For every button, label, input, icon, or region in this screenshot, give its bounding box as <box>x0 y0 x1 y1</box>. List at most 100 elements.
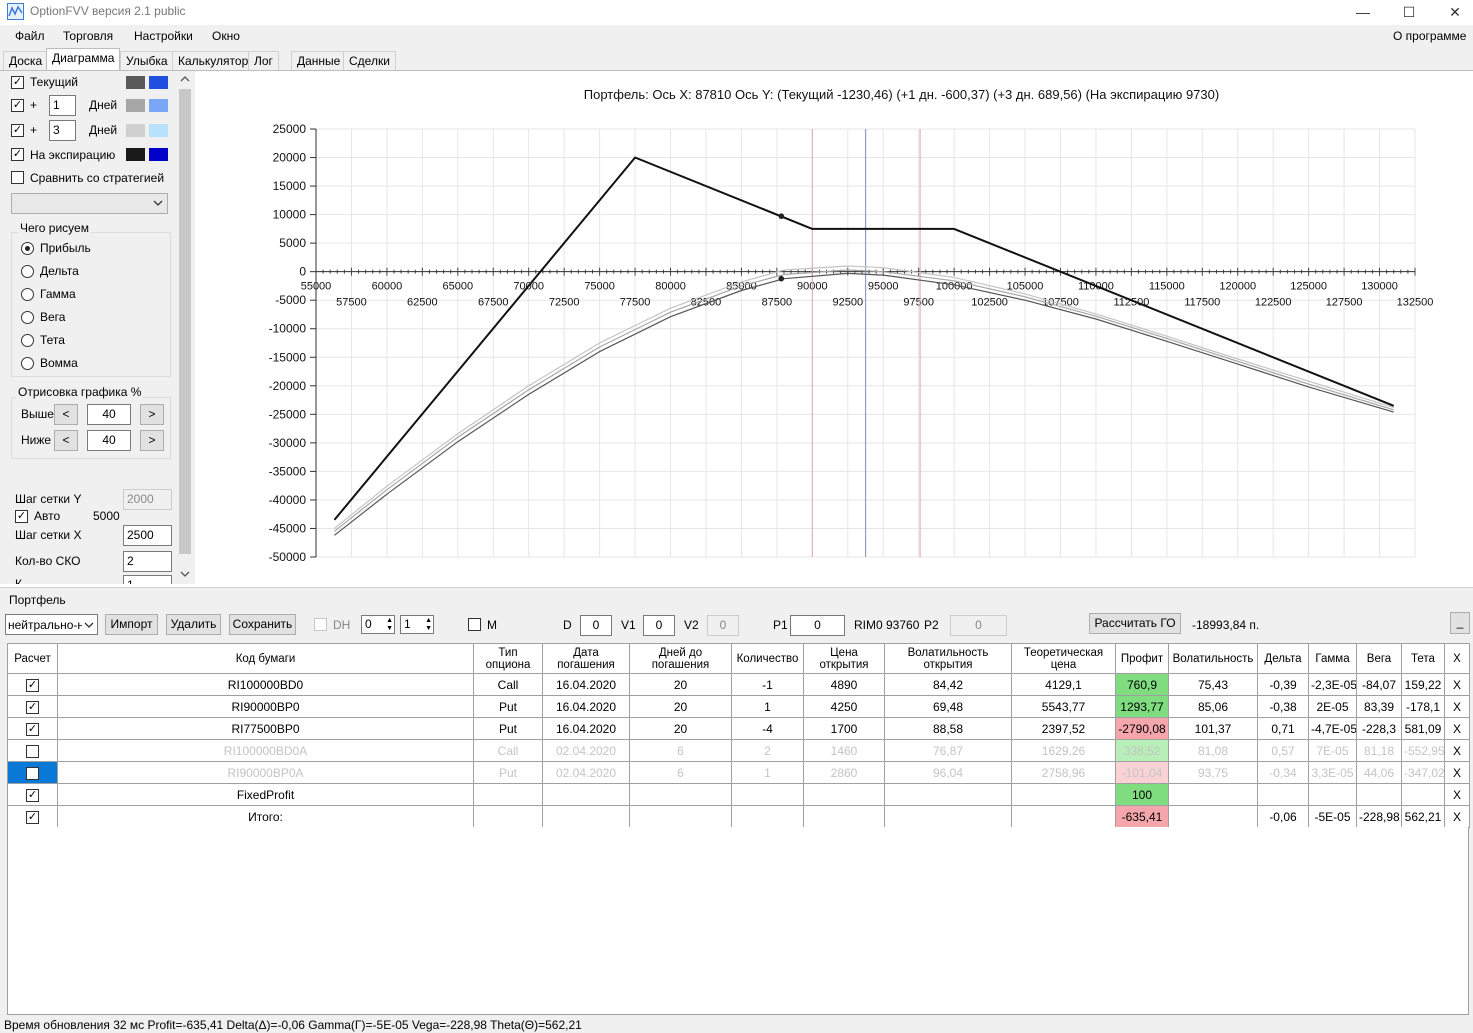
sko-input[interactable]: 2 <box>123 551 172 572</box>
v2-input[interactable]: 0 <box>707 615 739 636</box>
plus1-alt-color-swatch[interactable] <box>149 99 168 112</box>
settings-scrollbar[interactable] <box>177 71 193 584</box>
minimize-panel-button[interactable]: _ <box>1450 612 1470 634</box>
menu-settings[interactable]: Настройки <box>134 29 193 43</box>
table-row[interactable]: ✓ FixedProfit 100 X <box>7 783 1470 806</box>
column-header[interactable]: Расчет <box>7 643 58 674</box>
row-delete-button[interactable]: X <box>1444 761 1470 784</box>
close-button[interactable]: ✕ <box>1432 0 1473 25</box>
scroll-up-icon[interactable] <box>180 73 190 87</box>
below-increase-button[interactable]: > <box>140 430 164 451</box>
column-header[interactable]: Количество <box>731 643 804 674</box>
plus1-days-input[interactable]: 1 <box>49 95 76 116</box>
calc-go-button[interactable]: Рассчитать ГО <box>1089 613 1181 634</box>
row-calc-checkbox[interactable]: ✓ <box>26 810 39 824</box>
tab-diagram[interactable]: Диаграмма <box>46 48 121 70</box>
radio-profit[interactable] <box>21 242 34 255</box>
grid-y-input[interactable]: 2000 <box>123 489 172 510</box>
column-header[interactable]: Вега <box>1356 643 1402 674</box>
payoff-chart[interactable]: Портфель: Ось X: 87810 Ось Y: (Текущий -… <box>200 72 1473 584</box>
dh-stepper-b[interactable]: 1 ▲ ▼ <box>400 615 434 634</box>
column-header[interactable]: Тип опциона <box>473 643 543 674</box>
menu-window[interactable]: Окно <box>212 29 240 43</box>
column-header[interactable]: Теоретическая цена <box>1011 643 1116 674</box>
strategy-compare-dropdown[interactable] <box>11 193 168 214</box>
expiry-checkbox[interactable]: ✓ <box>11 148 24 161</box>
cut-input[interactable]: 1 <box>123 575 172 584</box>
tab-calculator[interactable]: Калькулятор <box>172 51 255 70</box>
m-checkbox[interactable] <box>468 618 481 631</box>
strategy-dropdown[interactable]: нейтрально-на <box>5 614 98 635</box>
plus1-color-swatch[interactable] <box>126 99 145 112</box>
tab-smile[interactable]: Улыбка <box>120 51 174 70</box>
stepper-arrows-icon[interactable]: ▲ ▼ <box>386 617 393 633</box>
dh-stepper-a[interactable]: 0 ▲ ▼ <box>361 615 395 634</box>
plus1-checkbox[interactable]: ✓ <box>11 99 24 112</box>
row-calc-checkbox[interactable] <box>26 744 39 758</box>
current-alt-color-swatch[interactable] <box>149 76 168 89</box>
scroll-down-icon[interactable] <box>180 568 190 582</box>
row-delete-button[interactable]: X <box>1444 673 1470 696</box>
plus3-checkbox[interactable]: ✓ <box>11 124 24 137</box>
calc-cell[interactable]: ✓ <box>7 805 58 828</box>
expiry-color-swatch[interactable] <box>126 148 145 161</box>
column-header[interactable]: Дельта <box>1257 643 1309 674</box>
calc-cell[interactable] <box>7 739 58 762</box>
column-header[interactable]: Гамма <box>1308 643 1357 674</box>
column-header[interactable]: Волатильность открытия <box>884 643 1012 674</box>
row-calc-checkbox[interactable]: ✓ <box>26 700 39 714</box>
import-button[interactable]: Импорт <box>105 614 158 635</box>
column-header[interactable]: Тета <box>1401 643 1445 674</box>
d-input[interactable]: 0 <box>580 615 612 636</box>
p2-input[interactable]: 0 <box>950 615 1007 636</box>
tab-data[interactable]: Данные <box>291 51 347 70</box>
calc-cell[interactable]: ✓ <box>7 717 58 740</box>
column-header[interactable]: Профит <box>1115 643 1169 674</box>
row-calc-checkbox[interactable] <box>26 766 39 780</box>
auto-checkbox[interactable]: ✓ <box>15 510 28 523</box>
current-checkbox[interactable]: ✓ <box>11 76 24 89</box>
stepper-arrows-icon[interactable]: ▲ ▼ <box>425 617 432 633</box>
table-row[interactable]: ✓ RI90000BP0 Put 16.04.2020 20 1 4250 69,48 5543… <box>7 695 1470 718</box>
row-delete-button[interactable]: X <box>1444 739 1470 762</box>
expiry-alt-color-swatch[interactable] <box>149 148 168 161</box>
below-input[interactable]: 40 <box>87 430 131 451</box>
radio-vomma[interactable] <box>21 357 34 370</box>
plus3-days-input[interactable]: 3 <box>49 120 76 141</box>
column-header[interactable]: X <box>1444 643 1470 674</box>
menu-about[interactable]: О программе <box>1393 29 1466 43</box>
grid-x-input[interactable]: 2500 <box>123 525 172 546</box>
column-header[interactable]: Код бумаги <box>57 643 474 674</box>
current-color-swatch[interactable] <box>126 76 145 89</box>
column-header[interactable]: Дней до погашения <box>629 643 732 674</box>
menu-file[interactable]: Файл <box>15 29 45 43</box>
calc-cell[interactable]: ✓ <box>7 673 58 696</box>
calc-cell[interactable]: ✓ <box>7 695 58 718</box>
v1-input[interactable]: 0 <box>643 615 675 636</box>
row-delete-button[interactable]: X <box>1444 805 1470 828</box>
radio-delta[interactable] <box>21 265 34 278</box>
above-decrease-button[interactable]: < <box>54 404 78 425</box>
radio-gamma[interactable] <box>21 288 34 301</box>
calc-cell[interactable]: ✓ <box>7 783 58 806</box>
column-header[interactable]: Цена открытия <box>803 643 885 674</box>
row-calc-checkbox[interactable]: ✓ <box>26 722 39 736</box>
tab-log[interactable]: Лог <box>248 51 279 70</box>
plus3-color-swatch[interactable] <box>126 124 145 137</box>
row-calc-checkbox[interactable]: ✓ <box>26 678 39 692</box>
above-input[interactable]: 40 <box>87 404 131 425</box>
save-button[interactable]: Сохранить <box>229 614 296 635</box>
row-delete-button[interactable]: X <box>1444 695 1470 718</box>
calc-cell[interactable] <box>7 761 58 784</box>
tab-board[interactable]: Доска <box>3 51 49 70</box>
table-row[interactable]: RI100000BD0A Call 02.04.2020 6 2 1460 76,87 162… <box>7 739 1470 762</box>
row-delete-button[interactable]: X <box>1444 717 1470 740</box>
tab-deals[interactable]: Сделки <box>343 51 396 70</box>
column-header[interactable]: Дата погашения <box>542 643 630 674</box>
table-row[interactable]: ✓ RI100000BD0 Call 16.04.2020 20 -1 4890 84,42 4… <box>7 673 1470 696</box>
radio-theta[interactable] <box>21 334 34 347</box>
table-row[interactable]: ✓ RI77500BP0 Put 16.04.2020 20 -4 1700 88,58 239… <box>7 717 1470 740</box>
below-decrease-button[interactable]: < <box>54 430 78 451</box>
plus3-alt-color-swatch[interactable] <box>149 124 168 137</box>
row-delete-button[interactable]: X <box>1444 783 1470 806</box>
